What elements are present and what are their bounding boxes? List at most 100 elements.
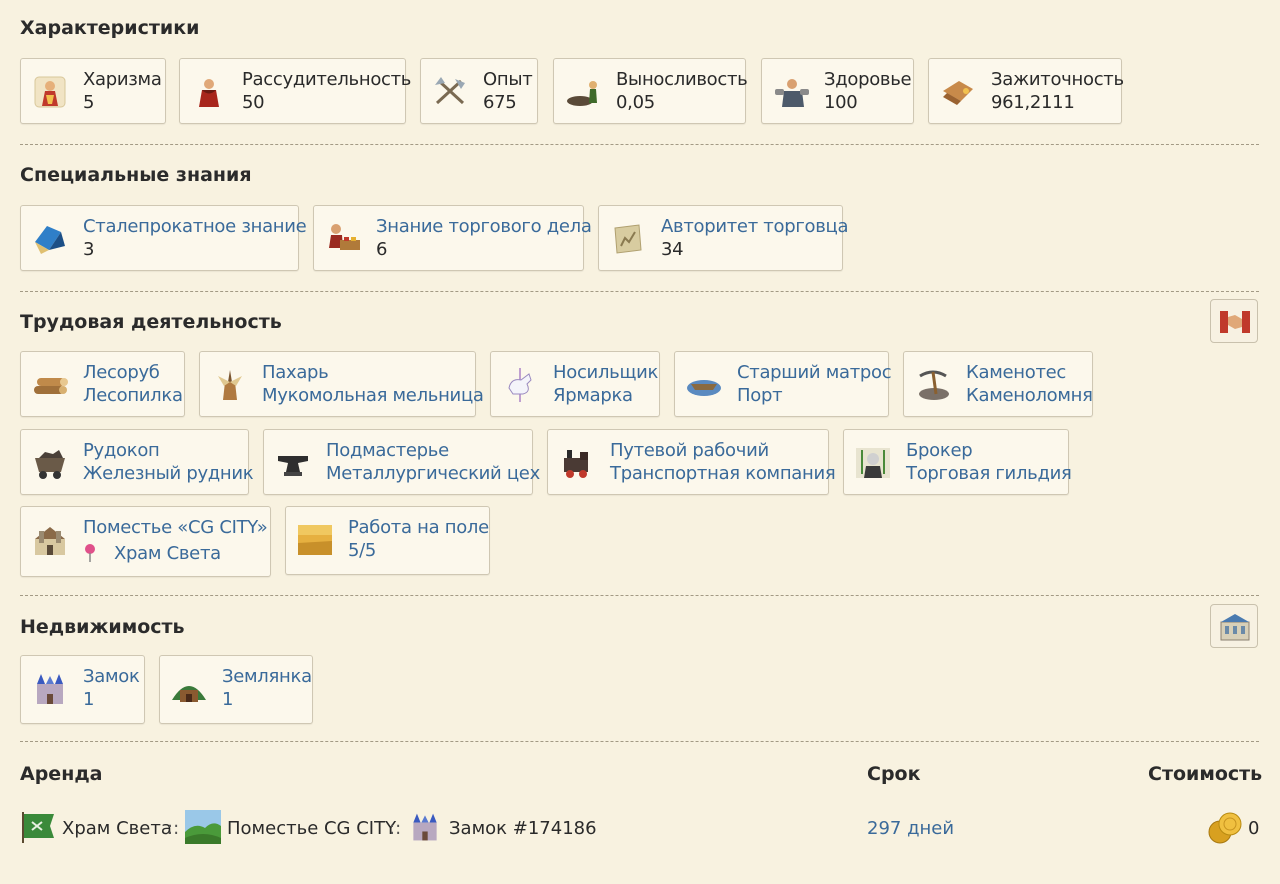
landscape-icon xyxy=(185,810,221,849)
knowledge-label[interactable]: Знание торгового дела xyxy=(376,216,592,237)
job-place[interactable]: Порт xyxy=(737,385,783,406)
prudence-icon xyxy=(190,73,228,111)
handshake-button[interactable] xyxy=(1210,299,1258,343)
knowledge-trade[interactable]: Знание торгового дела 6 xyxy=(313,205,592,271)
knowledge-steel[interactable]: Сталепрокатное знание 3 xyxy=(20,205,307,271)
handshake-icon xyxy=(1220,311,1250,333)
pickaxe-icon xyxy=(914,366,952,404)
realty-count: 1 xyxy=(222,689,234,710)
job-place[interactable]: Торговая гильдия xyxy=(906,463,1072,484)
knowledge-value: 6 xyxy=(376,239,388,260)
broker-icon xyxy=(854,444,892,482)
realty-castle[interactable]: Замок 1 xyxy=(20,655,145,724)
stat-experience[interactable]: Опыт 675 xyxy=(420,58,538,124)
experience-icon xyxy=(431,73,469,111)
stat-label: Зажиточность xyxy=(991,69,1124,90)
job-title[interactable]: Поместье «CG CITY» xyxy=(83,517,268,538)
job-title[interactable]: Старший матрос xyxy=(737,362,892,383)
section-divider xyxy=(20,741,1259,742)
carousel-horse-icon xyxy=(501,366,539,404)
merchant-authority-icon xyxy=(609,220,647,258)
job-title[interactable]: Пахарь xyxy=(262,362,329,383)
job-track-worker[interactable]: Путевой рабочий Транспортная компания xyxy=(547,429,836,495)
stat-wealth[interactable]: Зажиточность 961,2111 xyxy=(928,58,1124,124)
charisma-icon xyxy=(31,73,69,111)
job-lumberjack[interactable]: Лесоруб Лесопилка xyxy=(20,351,185,417)
flag-icon xyxy=(20,810,56,849)
job-porter[interactable]: Носильщик Ярмарка xyxy=(490,351,660,417)
job-place[interactable]: Железный рудник xyxy=(83,463,254,484)
realty-label[interactable]: Замок xyxy=(83,666,140,687)
rent-castle-link[interactable]: Замок #174186 xyxy=(449,818,597,839)
job-place[interactable]: Металлургический цех xyxy=(326,463,540,484)
stat-charisma[interactable]: Харизма 5 xyxy=(20,58,166,124)
job-place[interactable]: Транспортная компания xyxy=(610,463,836,484)
rent-separator: :: xyxy=(167,818,180,839)
job-title[interactable]: Лесоруб xyxy=(83,362,160,383)
job-title[interactable]: Каменотес xyxy=(966,362,1066,383)
boat-icon xyxy=(685,366,723,404)
job-apprentice[interactable]: Подмастерье Металлургический цех xyxy=(263,429,540,495)
section-title-knowledge: Специальные знания xyxy=(20,164,252,186)
anvil-icon xyxy=(274,444,312,482)
job-senior-sailor[interactable]: Старший матрос Порт xyxy=(674,351,892,417)
stat-health[interactable]: Здоровье 100 xyxy=(761,58,914,124)
section-title-rent: Аренда xyxy=(20,763,103,785)
knowledge-label[interactable]: Сталепрокатное знание xyxy=(83,216,307,237)
stat-value: 961,2111 xyxy=(991,92,1075,113)
locomotive-icon xyxy=(558,444,596,482)
rent-estate-link[interactable]: Поместье CG CITY xyxy=(227,818,396,839)
job-title[interactable]: Работа на поле xyxy=(348,517,489,538)
knowledge-label[interactable]: Авторитет торговца xyxy=(661,216,849,237)
mill-icon xyxy=(210,366,248,404)
stat-value: 0,05 xyxy=(616,92,655,113)
knowledge-merchant[interactable]: Авторитет торговца 34 xyxy=(598,205,849,271)
rent-term-header: Срок xyxy=(867,763,921,785)
section-title-characteristics: Характеристики xyxy=(20,17,200,39)
section-title-realty: Недвижимость xyxy=(20,616,185,638)
job-place[interactable]: Ярмарка xyxy=(553,385,633,406)
job-place[interactable]: Мукомольная мельница xyxy=(262,385,484,406)
job-title[interactable]: Путевой рабочий xyxy=(610,440,769,461)
stat-value: 50 xyxy=(242,92,265,113)
estate-icon xyxy=(31,521,69,559)
job-title[interactable]: Брокер xyxy=(906,440,973,461)
section-divider xyxy=(20,144,1259,145)
knowledge-value: 34 xyxy=(661,239,684,260)
job-plowman[interactable]: Пахарь Мукомольная мельница xyxy=(199,351,484,417)
realty-dugout[interactable]: Землянка 1 xyxy=(159,655,313,724)
job-broker[interactable]: Брокер Торговая гильдия xyxy=(843,429,1072,495)
rent-term-value[interactable]: 297 дней xyxy=(867,818,954,839)
pin-icon xyxy=(83,543,97,563)
job-stonemason[interactable]: Каменотес Каменоломня xyxy=(903,351,1093,417)
mine-cart-icon xyxy=(31,444,69,482)
job-title[interactable]: Подмастерье xyxy=(326,440,449,461)
realty-label[interactable]: Землянка xyxy=(222,666,312,687)
job-estate[interactable]: Поместье «CG CITY» Храм Света xyxy=(20,506,271,577)
stat-endurance[interactable]: Выносливость 0,05 xyxy=(553,58,748,124)
endurance-icon xyxy=(564,73,602,111)
job-place[interactable]: Каменоломня xyxy=(966,385,1093,406)
job-miner[interactable]: Рудокоп Железный рудник xyxy=(20,429,254,495)
building-icon xyxy=(1220,614,1250,641)
job-field-work[interactable]: Работа на поле 5/5 xyxy=(285,506,490,575)
stat-value: 100 xyxy=(824,92,858,113)
wealth-icon xyxy=(939,73,977,111)
rent-temple-link[interactable]: Храм Света xyxy=(62,818,172,839)
rent-row: Храм Света :: Поместье CG CITY :: Замок … xyxy=(0,806,1280,850)
stat-label: Выносливость xyxy=(616,69,748,90)
stat-prudence[interactable]: Рассудительность 50 xyxy=(179,58,411,124)
job-title[interactable]: Носильщик xyxy=(553,362,658,383)
job-title[interactable]: Рудокоп xyxy=(83,440,160,461)
stat-value: 5 xyxy=(83,92,95,113)
stat-label: Здоровье xyxy=(824,69,912,90)
building-button[interactable] xyxy=(1210,604,1258,648)
job-place[interactable]: Храм Света xyxy=(114,543,221,564)
section-divider xyxy=(20,595,1259,596)
rent-cost-header: Стоимость xyxy=(1148,763,1263,785)
job-place[interactable]: 5/5 xyxy=(348,540,376,561)
knowledge-value: 3 xyxy=(83,239,95,260)
section-title-labor: Трудовая деятельность xyxy=(20,311,282,333)
job-place[interactable]: Лесопилка xyxy=(83,385,183,406)
wheat-field-icon xyxy=(296,521,334,559)
